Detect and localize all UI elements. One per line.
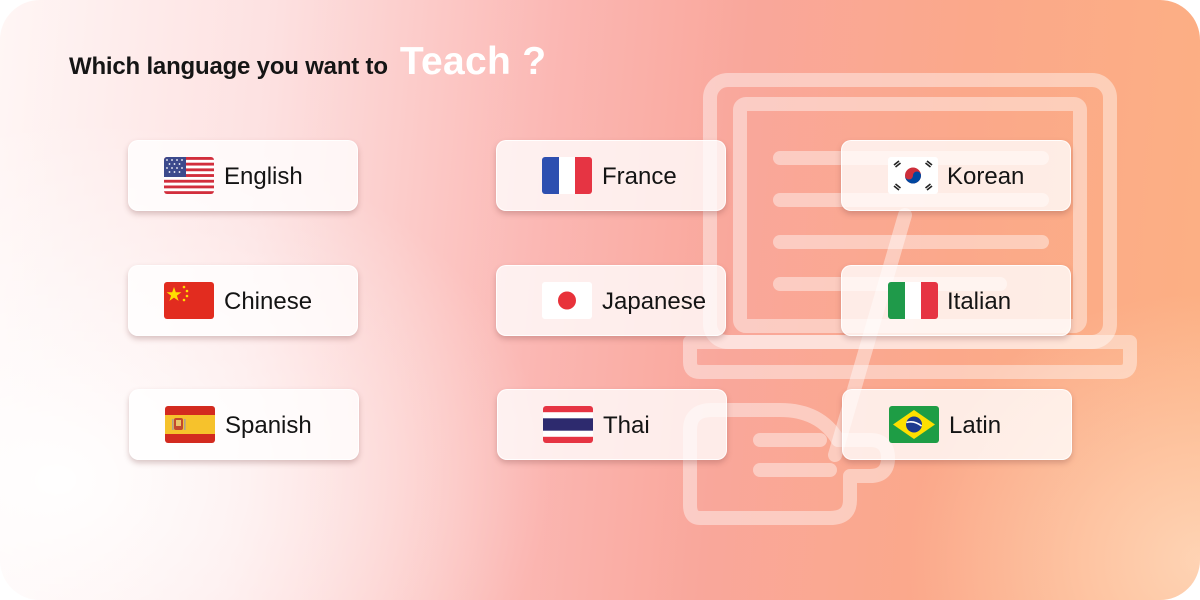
language-option-chinese[interactable]: Chinese	[128, 265, 358, 336]
heading-question: Which language you want to	[69, 53, 388, 80]
language-label-english: English	[224, 163, 303, 190]
language-label-italian: Italian	[947, 288, 1012, 315]
korea-flag-icon	[888, 157, 938, 194]
heading-highlight: Teach ?	[399, 40, 547, 83]
thailand-flag-icon	[543, 406, 593, 443]
china-flag-icon	[164, 282, 214, 319]
page-heading: Which language you want to Teach ?	[69, 40, 546, 90]
us-flag-icon	[164, 157, 214, 194]
language-option-japanese[interactable]: Japanese	[496, 265, 726, 336]
language-label-korean: Korean	[947, 163, 1025, 190]
language-label-thai: Thai	[603, 412, 650, 439]
france-flag-icon	[542, 157, 592, 194]
language-option-france[interactable]: France	[496, 140, 726, 211]
language-option-latin[interactable]: Latin	[842, 389, 1072, 460]
brazil-flag-icon	[889, 406, 939, 443]
language-label-chinese: Chinese	[224, 288, 313, 315]
language-option-korean[interactable]: Korean	[841, 140, 1071, 211]
language-option-italian[interactable]: Italian	[841, 265, 1071, 336]
language-option-spanish[interactable]: Spanish	[129, 389, 359, 460]
language-label-spanish: Spanish	[225, 412, 312, 439]
language-label-france: France	[602, 163, 677, 190]
language-label-latin: Latin	[949, 412, 1002, 439]
japan-flag-icon	[542, 282, 592, 319]
spain-flag-icon	[165, 406, 215, 443]
language-option-english[interactable]: English	[128, 140, 358, 211]
language-selection-card: Which language you want to Teach ? Engli…	[0, 0, 1200, 600]
italy-flag-icon	[888, 282, 938, 319]
language-label-japanese: Japanese	[602, 288, 707, 315]
language-option-thai[interactable]: Thai	[497, 389, 727, 460]
